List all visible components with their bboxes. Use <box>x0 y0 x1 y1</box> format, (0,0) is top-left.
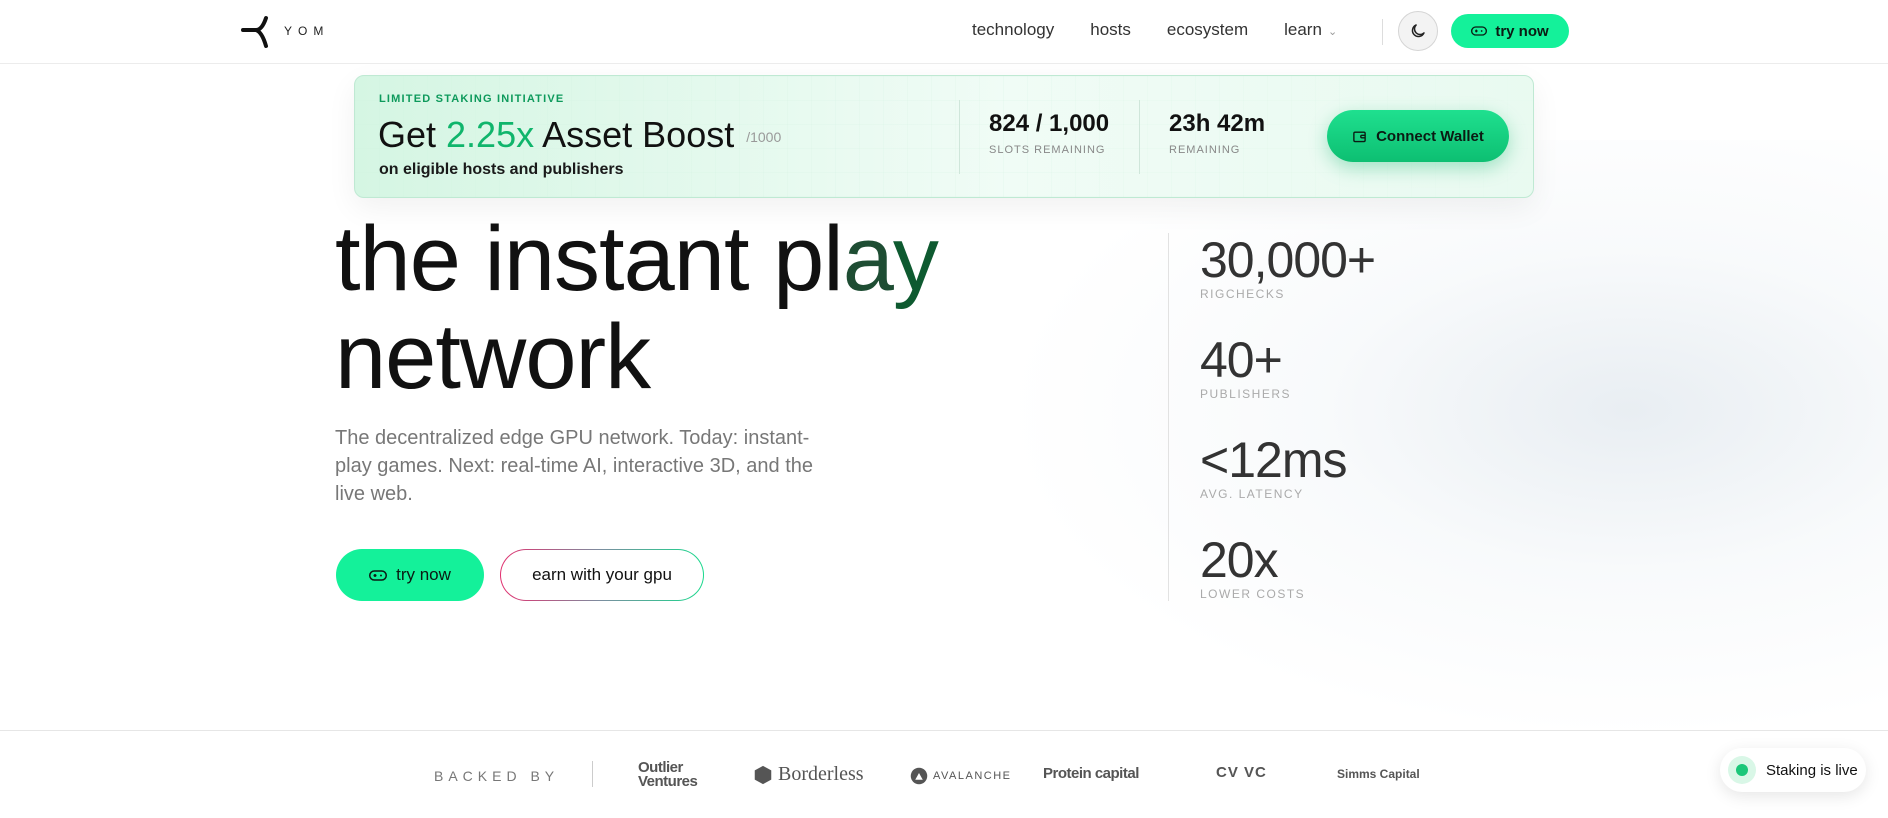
earn-with-gpu-button[interactable]: earn with your gpu <box>500 549 704 601</box>
staking-promo-banner: LIMITED STAKING INITIATIVE Get 2.25x Ass… <box>354 75 1534 198</box>
hero-description: The decentralized edge GPU network. Toda… <box>335 427 813 505</box>
promo-divider <box>1139 100 1140 174</box>
nav-divider <box>1382 19 1383 45</box>
promo-kicker: LIMITED STAKING INITIATIVE <box>379 93 565 105</box>
backer-logo-protein-capital: Protein capital <box>1043 765 1139 782</box>
hero-title-part-c: y <box>892 208 939 310</box>
promo-title-suffix: Asset Boost <box>534 114 735 155</box>
stat-value: 30,000+ <box>1200 232 1376 288</box>
backer-logo-cv-vc: CV VC <box>1216 764 1267 781</box>
connect-wallet-label: Connect Wallet <box>1376 127 1484 145</box>
backer-logo-outlier-ventures: Outlier Ventures <box>638 759 698 790</box>
top-nav: YOM technology hosts ecosystem learn ⌄ tr… <box>0 0 1888 64</box>
promo-title: Get 2.25x Asset Boost/1000 <box>378 114 781 156</box>
gamepad-icon <box>369 569 388 581</box>
moon-icon <box>1411 24 1425 38</box>
promo-divider <box>959 100 960 174</box>
hero-title-line2: network <box>335 306 651 408</box>
hero-title: the instant play network <box>335 208 939 408</box>
promo-slots: 824 / 1,000 SLOTS REMAINING <box>989 110 1109 156</box>
background-glow <box>1000 140 1888 740</box>
stat-value: <12ms <box>1200 432 1347 488</box>
backed-by-strip: BACKED BY Outlier Ventures Borderless AV… <box>0 730 1888 818</box>
time-label: REMAINING <box>1169 144 1241 156</box>
promo-denominator: /1000 <box>746 129 782 146</box>
nav-links: technology hosts ecosystem learn ⌄ <box>972 20 1337 40</box>
slots-label: SLOTS REMAINING <box>989 144 1106 156</box>
chevron-down-icon: ⌄ <box>1327 26 1338 38</box>
nav-link-hosts[interactable]: hosts <box>1090 20 1131 40</box>
backer-name: Borderless <box>778 763 864 785</box>
backer-name: AVALANCHE <box>933 770 1012 782</box>
hero-title-line1: the instant play <box>335 208 939 310</box>
backer-logo-avalanche: AVALANCHE <box>910 767 1012 785</box>
avalanche-icon <box>910 767 928 785</box>
earn-with-gpu-label: earn with your gpu <box>532 565 672 584</box>
brand-logo[interactable]: YOM <box>240 14 329 48</box>
backed-by-divider <box>592 761 593 787</box>
nav-try-now-button[interactable]: try now <box>1451 14 1569 48</box>
promo-time: 23h 42m REMAINING <box>1169 110 1265 156</box>
nav-try-now-label: try now <box>1495 22 1549 40</box>
backed-by-label: BACKED BY <box>434 768 560 784</box>
nav-link-technology[interactable]: technology <box>972 20 1054 40</box>
connect-wallet-button[interactable]: Connect Wallet <box>1327 110 1509 162</box>
stat-label: PUBLISHERS <box>1200 387 1292 401</box>
stat-label: LOWER COSTS <box>1200 587 1306 601</box>
stat-value: 40+ <box>1200 332 1283 388</box>
staking-live-toast[interactable]: Staking is live <box>1720 748 1866 792</box>
slots-value: 824 / 1,000 <box>989 110 1110 137</box>
stat-label: AVG. LATENCY <box>1200 487 1304 501</box>
gamepad-icon <box>1471 26 1488 36</box>
promo-title-prefix: Get <box>378 114 447 155</box>
live-status-dot-icon <box>1728 756 1756 784</box>
nav-link-ecosystem[interactable]: ecosystem <box>1167 20 1248 40</box>
promo-boost-value: 2.25x <box>446 114 535 155</box>
hero-title-part-a: the instant pl <box>335 208 844 310</box>
stat-rigchecks: 30,000+ RIGCHECKS <box>1200 232 1376 301</box>
nav-link-learn-label: learn <box>1284 20 1322 39</box>
staking-live-text: Staking is live <box>1766 761 1858 779</box>
brand-name: YOM <box>284 24 330 38</box>
stats-divider <box>1168 233 1169 601</box>
wallet-icon <box>1353 130 1366 142</box>
hero-try-now-button[interactable]: try now <box>336 549 484 601</box>
promo-subtitle: on eligible hosts and publishers <box>379 161 624 178</box>
stat-latency: <12ms AVG. LATENCY <box>1200 432 1347 501</box>
backer-logo-borderless: Borderless <box>752 763 864 786</box>
stat-value: 20x <box>1200 532 1279 588</box>
stat-costs: 20x LOWER COSTS <box>1200 533 1305 601</box>
nav-link-learn[interactable]: learn ⌄ <box>1284 20 1337 40</box>
time-value: 23h 42m <box>1169 110 1266 137</box>
stat-label: RIGCHECKS <box>1200 287 1285 301</box>
hero-title-part-b: a <box>842 208 894 310</box>
theme-toggle-button[interactable] <box>1398 11 1438 51</box>
hero-try-now-label: try now <box>396 565 451 584</box>
backer-logo-simms-capital: Simms Capital <box>1337 767 1420 781</box>
hexagon-icon <box>754 765 772 784</box>
yom-logo-icon <box>241 16 268 48</box>
stat-publishers: 40+ PUBLISHERS <box>1200 333 1291 401</box>
